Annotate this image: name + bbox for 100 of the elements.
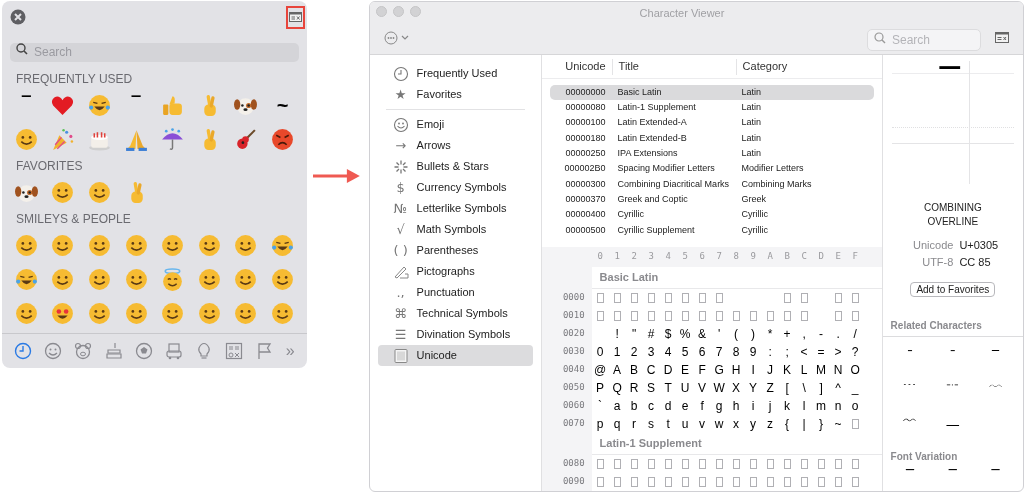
glyph-cell[interactable]: +	[783, 328, 791, 340]
glyph-cell[interactable]: ;	[785, 346, 789, 358]
smiley-icon[interactable]	[160, 232, 186, 258]
laughing-face-icon[interactable]	[87, 92, 112, 118]
sidebar-item[interactable]: Frequently Used	[377, 63, 533, 84]
font-variation-glyph[interactable]: ‾	[906, 468, 914, 484]
glyph-cell[interactable]: <	[800, 346, 808, 358]
party-popper-icon[interactable]	[50, 126, 76, 152]
missing-glyph-box[interactable]	[596, 477, 604, 487]
glyph-cell[interactable]: C	[646, 364, 656, 376]
missing-glyph-box[interactable]	[647, 293, 655, 303]
missing-glyph-box[interactable]	[783, 459, 791, 469]
glyph-cell[interactable]: c	[648, 400, 655, 412]
clock-icon[interactable]	[14, 342, 32, 360]
glyph-cell[interactable]: $	[664, 328, 672, 340]
glyph-cell[interactable]: g	[715, 400, 723, 412]
glyph-cell[interactable]: f	[700, 400, 704, 412]
missing-glyph-box[interactable]	[681, 459, 689, 469]
glyph-cell[interactable]: @	[594, 364, 607, 376]
glyph-cell[interactable]: s	[648, 418, 655, 430]
missing-glyph-box[interactable]	[851, 477, 859, 487]
missing-glyph-box[interactable]	[715, 311, 723, 321]
smiley-icon[interactable]	[13, 232, 39, 258]
glyph-cell[interactable]: 6	[698, 346, 706, 358]
symbol-character[interactable]: ‾	[22, 95, 30, 115]
flag-icon[interactable]	[255, 342, 274, 360]
glyph-cell[interactable]: [	[785, 382, 789, 394]
window-icon[interactable]	[288, 12, 302, 22]
glyph-cell[interactable]: >	[834, 346, 842, 358]
missing-glyph-box[interactable]	[851, 419, 859, 429]
sidebar-item[interactable]: → Arrows	[377, 135, 533, 156]
missing-glyph-box[interactable]	[681, 477, 689, 487]
glyph-cell[interactable]: G	[714, 364, 724, 376]
glyph-cell[interactable]: #	[647, 328, 655, 340]
missing-glyph-box[interactable]	[647, 477, 655, 487]
smiley-icon[interactable]	[269, 300, 295, 326]
column-header[interactable]: Title	[611, 58, 736, 75]
column-header[interactable]: Unicode	[541, 58, 612, 75]
glyph-cell[interactable]: k	[784, 400, 791, 412]
glyph-cell[interactable]: 3	[647, 346, 655, 358]
related-character[interactable]: ﹋	[988, 383, 1003, 397]
glyph-cell[interactable]: N	[833, 364, 843, 376]
glyph-cell[interactable]: U	[680, 382, 690, 394]
laughing-face-icon[interactable]	[13, 266, 39, 292]
table-row[interactable]: 00000400 Cyrillic Cyrillic	[549, 207, 874, 223]
missing-glyph-box[interactable]	[851, 293, 859, 303]
glyph-cell[interactable]: v	[699, 418, 706, 430]
glyph-cell[interactable]: 4	[664, 346, 672, 358]
sidebar-item[interactable]: ., Punctuation	[377, 282, 533, 303]
missing-glyph-box[interactable]	[766, 477, 774, 487]
missing-glyph-box[interactable]	[698, 293, 706, 303]
glyph-cell[interactable]: =	[817, 346, 825, 358]
glyph-cell[interactable]: `	[598, 400, 603, 412]
ball-icon[interactable]	[134, 342, 153, 360]
missing-glyph-box[interactable]	[851, 459, 859, 469]
missing-glyph-box[interactable]	[647, 311, 655, 321]
related-character[interactable]: ¯	[906, 349, 914, 363]
smiley-icon[interactable]	[50, 179, 76, 205]
smiley-icon[interactable]	[196, 232, 222, 258]
missing-glyph-box[interactable]	[613, 311, 621, 321]
missing-glyph-box[interactable]	[664, 477, 672, 487]
window-zoom-control[interactable]	[409, 6, 421, 18]
glyph-cell[interactable]: B	[630, 364, 639, 376]
glyph-cell[interactable]: J	[767, 364, 774, 376]
glyph-cell[interactable]: }	[819, 418, 824, 430]
smiley-icon[interactable]	[87, 266, 112, 292]
symbol-character[interactable]: ~	[276, 95, 289, 115]
missing-glyph-box[interactable]	[732, 311, 740, 321]
sidebar-item[interactable]: ★ Favorites	[377, 84, 533, 105]
glyph-cell[interactable]: 8	[732, 346, 740, 358]
glyph-cell[interactable]: p	[596, 418, 604, 430]
font-variation-glyph[interactable]: ‾	[991, 468, 1000, 484]
glyph-cell[interactable]: a	[613, 400, 621, 412]
angry-face-icon[interactable]	[269, 126, 295, 152]
smiley-icon[interactable]	[196, 266, 222, 292]
missing-glyph-box[interactable]	[596, 311, 604, 321]
missing-glyph-box[interactable]	[596, 293, 604, 303]
glyph-cell[interactable]: -	[819, 328, 824, 340]
glyph-cell[interactable]: Y	[749, 382, 758, 394]
missing-glyph-box[interactable]	[630, 459, 638, 469]
table-row[interactable]: 00000300 Combining Diacritical Marks Combining Marks	[549, 176, 874, 193]
glyph-cell[interactable]: H	[731, 364, 741, 376]
glyph-cell[interactable]: !	[615, 328, 619, 340]
glyph-cell[interactable]: q	[613, 418, 621, 430]
font-variation-glyph[interactable]: ‾	[948, 468, 957, 484]
sidebar-item[interactable]: № Letterlike Symbols	[377, 198, 533, 219]
smiley-icon[interactable]	[196, 300, 222, 326]
missing-glyph-box[interactable]	[664, 311, 672, 321]
sidebar-item[interactable]: ( ) Parentheses	[377, 240, 533, 261]
window-minimize-control[interactable]	[392, 6, 404, 18]
missing-glyph-box[interactable]	[800, 311, 808, 321]
missing-glyph-box[interactable]	[698, 477, 706, 487]
missing-glyph-box[interactable]	[834, 293, 842, 303]
missing-glyph-box[interactable]	[596, 459, 604, 469]
smiley-icon[interactable]	[87, 232, 112, 258]
add-to-favorites-button[interactable]: Add to Favorites	[910, 282, 996, 297]
glyph-cell[interactable]: P	[596, 382, 605, 394]
table-row[interactable]: 00000080 Latin-1 Supplement Latin	[549, 100, 874, 116]
glyph-cell[interactable]: w	[714, 418, 724, 430]
missing-glyph-box[interactable]	[647, 459, 655, 469]
